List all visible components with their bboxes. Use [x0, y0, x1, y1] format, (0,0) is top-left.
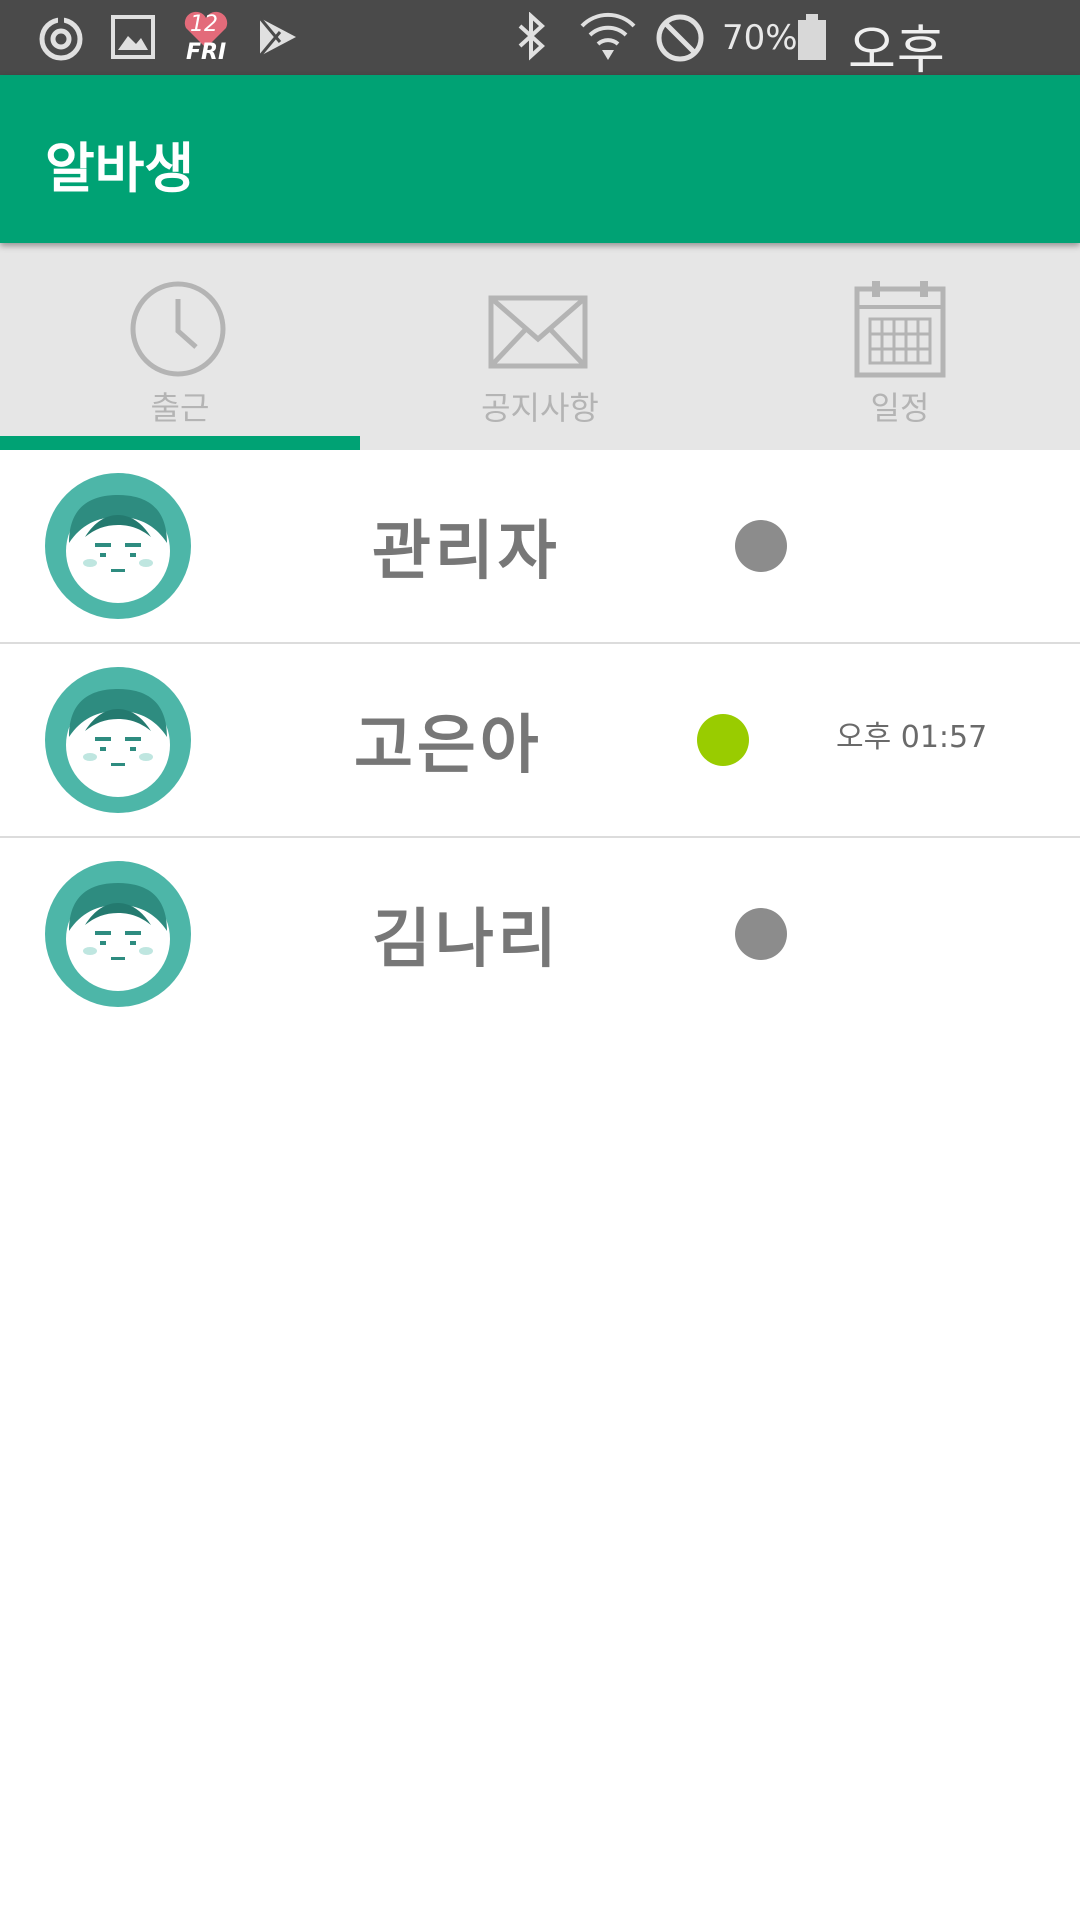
do-not-disturb-icon: [654, 12, 706, 68]
list-item[interactable]: 김나리: [0, 838, 1080, 1032]
tab-label: 공지사항: [481, 389, 599, 427]
tab-schedule[interactable]: 일정: [720, 243, 1080, 450]
clock-in-time: 오후 01:57: [836, 720, 988, 755]
sync-icon: [36, 14, 86, 68]
avatar: [45, 861, 191, 1007]
app-bar: 알바생: [0, 75, 1080, 243]
status-indicator-inactive: [735, 520, 787, 572]
tab-selected-indicator: [0, 436, 360, 450]
date-badge-day: 12: [190, 12, 218, 37]
app-title: 알바생: [45, 137, 195, 200]
tab-label: 출근: [150, 389, 210, 427]
list-item[interactable]: 고은아 오후 01:57: [0, 644, 1080, 838]
image-icon: [110, 14, 156, 64]
envelope-icon: [488, 295, 588, 369]
staff-name: 관리자: [372, 515, 561, 589]
play-store-icon: [256, 14, 300, 64]
tab-notice[interactable]: 공지사항: [360, 243, 720, 450]
avatar: [45, 667, 191, 813]
bluetooth-icon: [512, 11, 552, 66]
date-badge-weekday: FRI: [186, 40, 227, 65]
list-item[interactable]: 관리자: [0, 450, 1080, 644]
status-indicator-active: [697, 714, 749, 766]
staff-list: 관리자 고은아 오후 01:57 김나리: [0, 450, 1080, 1032]
battery-icon: [796, 12, 828, 66]
tab-bar: 출근 공지사항 일정: [0, 243, 1080, 450]
tab-clock-in[interactable]: 출근: [0, 243, 360, 450]
battery-percent: 70%: [722, 18, 798, 58]
wifi-icon: [578, 8, 638, 68]
staff-name: 고은아: [354, 709, 543, 783]
calendar-icon: [854, 281, 946, 378]
clock-icon: [130, 281, 226, 377]
tab-label: 일정: [870, 389, 930, 427]
status-bar: 12 FRI 70% 오후 1: [0, 0, 1080, 143]
avatar: [45, 473, 191, 619]
staff-name: 김나리: [372, 903, 561, 977]
status-indicator-inactive: [735, 908, 787, 960]
